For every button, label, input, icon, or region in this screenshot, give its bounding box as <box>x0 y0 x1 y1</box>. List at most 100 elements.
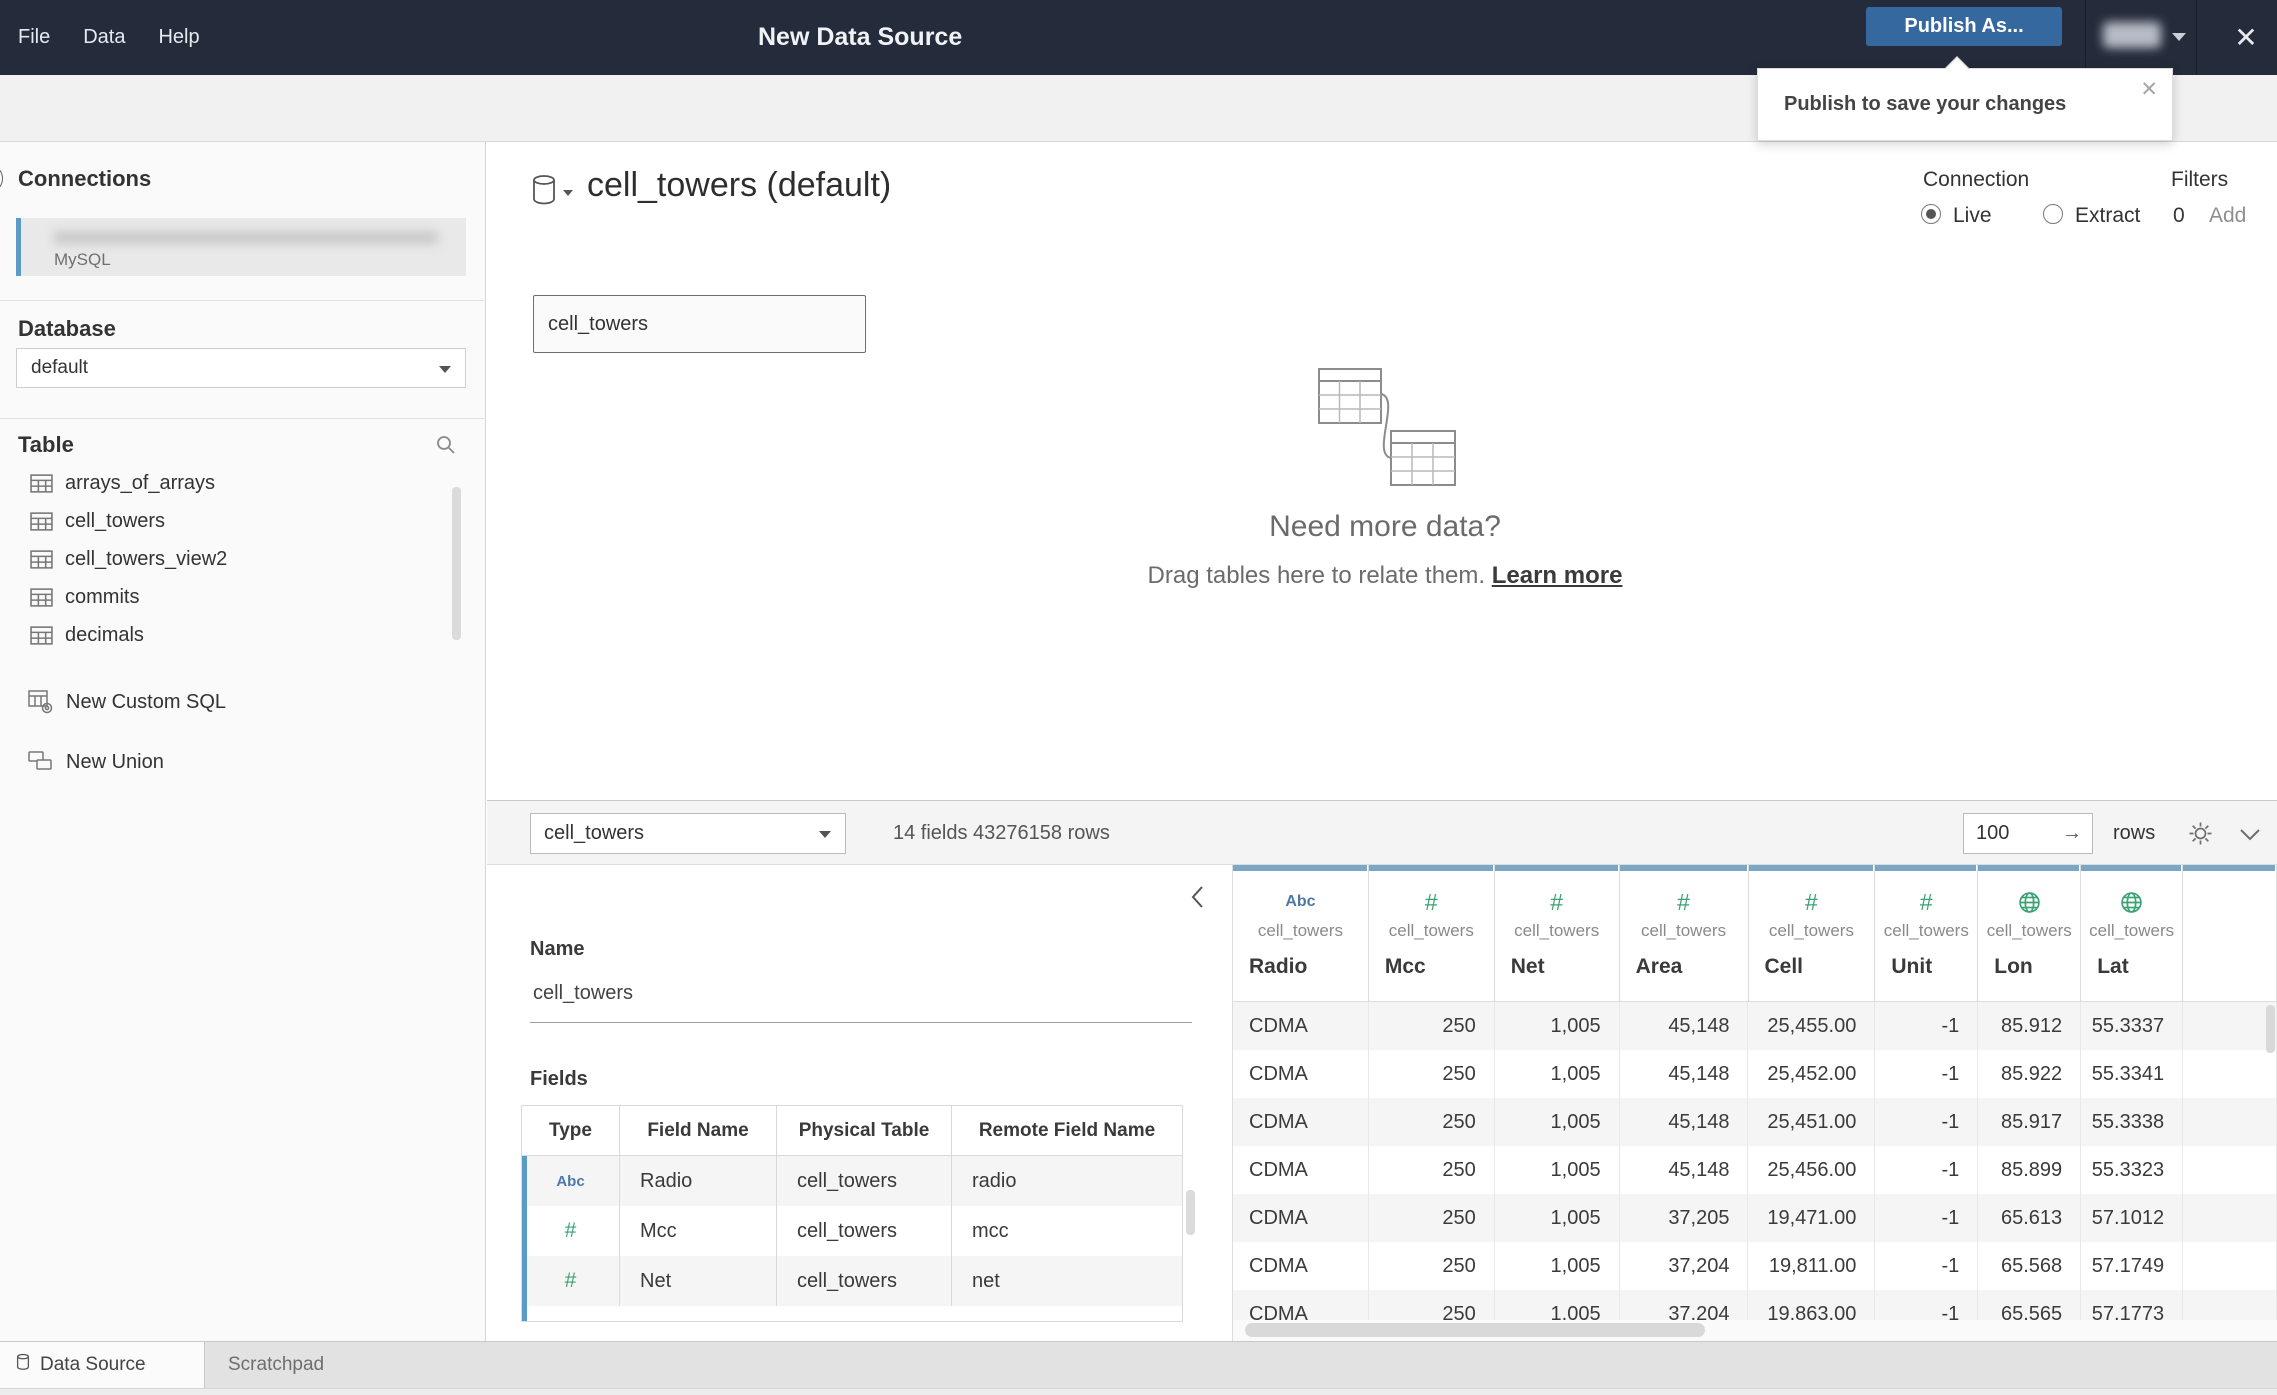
grid-cell: 250 <box>1369 1242 1495 1290</box>
grid-cell-partial <box>2183 1050 2277 1098</box>
grid-cell: -1 <box>1875 1002 1979 1050</box>
globe-icon <box>1978 889 2080 915</box>
table-list-item[interactable]: decimals <box>0 616 486 654</box>
menu-file[interactable]: File <box>18 26 50 49</box>
filters-add-link[interactable]: Add <box>2209 204 2246 228</box>
filters-count: 0 <box>2173 204 2185 227</box>
collapse-preview-chevron-icon[interactable] <box>2239 828 2261 846</box>
filters-section-label: Filters <box>2171 168 2229 191</box>
field-type-cell: Abc <box>522 1156 620 1206</box>
grid-cell: 25,452.00 <box>1748 1050 1876 1098</box>
table-list-item[interactable]: cell_towers_view2 <box>0 540 486 578</box>
grid-column-header[interactable]: cell_towers Lon <box>1978 865 2082 1002</box>
column-field-name: Lat <box>2097 955 2129 978</box>
datasource-title: cell_towers (default) <box>587 166 892 204</box>
add-connection-icon[interactable] <box>0 164 3 193</box>
menu-help[interactable]: Help <box>158 26 199 49</box>
live-radio-label[interactable]: Live <box>1953 204 1992 228</box>
field-name-cell[interactable]: Mcc <box>620 1206 777 1256</box>
publish-as-button[interactable]: Publish As... <box>1866 7 2062 46</box>
sheet-tab-bar: Data Source Scratchpad <box>0 1341 2277 1388</box>
fields-header-cell[interactable]: Type <box>522 1106 620 1156</box>
fields-header-cell[interactable]: Field Name <box>620 1106 777 1156</box>
collapse-pane-chevron-icon[interactable] <box>1191 885 1204 914</box>
grid-row: CDMA 250 1,005 45,148 25,451.00 -1 85.917 55.33… <box>1233 1098 2277 1146</box>
name-label: Name <box>530 938 585 960</box>
table-name: decimals <box>65 623 144 646</box>
grid-cell: 55.3341 <box>2081 1050 2184 1098</box>
fields-table-scrollbar[interactable] <box>1186 1190 1195 1235</box>
new-union[interactable]: New Union <box>0 745 486 779</box>
tab-data-source[interactable]: Data Source <box>0 1342 205 1388</box>
grid-cell: 85.922 <box>1978 1050 2082 1098</box>
fields-header-cell[interactable]: Physical Table <box>777 1106 952 1156</box>
database-select[interactable]: default <box>16 348 466 388</box>
extract-radio[interactable] <box>2043 204 2063 224</box>
grid-column-header[interactable]: # cell_towers Mcc <box>1368 865 1495 1002</box>
column-header-strip <box>1368 865 1493 871</box>
field-name-cell[interactable]: Radio <box>620 1156 777 1206</box>
tab-scratchpad[interactable]: Scratchpad <box>206 1342 324 1388</box>
fields-row[interactable]: # Net cell_towers net <box>522 1256 1182 1306</box>
apply-rows-arrow-icon[interactable]: → <box>2062 822 2082 845</box>
connection-item[interactable]: MySQL <box>16 218 466 276</box>
grid-row: CDMA 250 1,005 37,205 19,471.00 -1 65.613 57.10… <box>1233 1194 2277 1242</box>
grid-hscroll-thumb[interactable] <box>1245 1323 1705 1337</box>
menu-data[interactable]: Data <box>83 26 125 49</box>
empty-state-body: Drag tables here to relate them. Learn m… <box>985 562 1785 590</box>
column-type-icon: # <box>1495 889 1619 915</box>
table-title: Table <box>18 432 74 457</box>
grid-column-header[interactable]: Abc cell_towers Radio <box>1233 865 1369 1002</box>
grid-cell: 85.899 <box>1978 1146 2082 1194</box>
name-value[interactable]: cell_towers <box>533 982 633 1005</box>
table-node[interactable]: cell_towers <box>533 295 866 353</box>
grid-column-header[interactable]: # cell_towers Area <box>1619 865 1749 1002</box>
grid-cell: 250 <box>1369 1050 1495 1098</box>
table-grid-icon <box>30 511 53 531</box>
search-icon[interactable] <box>435 434 457 461</box>
grid-horizontal-scrollbar[interactable] <box>1233 1320 2277 1341</box>
connections-title: Connections <box>18 166 152 191</box>
live-radio[interactable] <box>1921 204 1941 224</box>
grid-column-header[interactable]: # cell_towers Net <box>1494 865 1620 1002</box>
table-list-item[interactable]: cell_towers <box>0 502 486 540</box>
preview-table-select-value: cell_towers <box>544 822 645 844</box>
grid-column-header[interactable]: cell_towers Lat <box>2081 865 2184 1002</box>
preview-settings-gear-icon[interactable] <box>2187 820 2214 852</box>
grid-cell-partial <box>2183 1146 2277 1194</box>
fields-row[interactable]: # Mcc cell_towers mcc <box>522 1206 1182 1256</box>
row-accent-bar <box>522 1206 527 1256</box>
table-list-item[interactable]: commits <box>0 578 486 616</box>
column-field-name: Net <box>1510 955 1545 978</box>
avatar-chevron-down-icon[interactable] <box>2172 33 2186 41</box>
grid-cell: 250 <box>1369 1002 1495 1050</box>
fields-header-cell[interactable]: Remote Field Name <box>952 1106 1182 1156</box>
grid-column-header[interactable]: # cell_towers Unit <box>1875 865 1979 1002</box>
row-limit-value: 100 <box>1976 822 2010 844</box>
table-list-item[interactable]: arrays_of_arrays <box>0 464 486 502</box>
datasource-caret-icon[interactable] <box>563 190 573 196</box>
column-type-icon: Abc <box>1233 889 1368 915</box>
grid-cell: 25,455.00 <box>1748 1002 1876 1050</box>
column-field-name: Radio <box>1249 955 1308 978</box>
avatar[interactable] <box>2103 22 2161 48</box>
learn-more-link[interactable]: Learn more <box>1492 562 1623 589</box>
preview-table-select[interactable]: cell_towers <box>530 813 846 854</box>
publish-tooltip: Publish to save your changes ✕ <box>1757 56 2173 141</box>
new-custom-sql[interactable]: New Custom SQL <box>0 685 486 719</box>
grid-column-header[interactable]: # cell_towers Cell <box>1748 865 1876 1002</box>
fields-row[interactable]: Abc Radio cell_towers radio <box>522 1156 1182 1206</box>
grid-cell: 55.3337 <box>2081 1002 2184 1050</box>
tooltip-close-icon[interactable]: ✕ <box>2140 77 2158 102</box>
grid-cell: 57.1749 <box>2081 1242 2184 1290</box>
grid-vertical-scrollbar[interactable] <box>2266 1005 2275 1053</box>
grid-cell: 1,005 <box>1495 1002 1620 1050</box>
grid-cell: CDMA <box>1233 1146 1369 1194</box>
field-name-cell[interactable]: Net <box>620 1256 777 1306</box>
row-limit-input[interactable]: 100 → <box>1963 813 2093 854</box>
datasource-db-icon[interactable] <box>531 174 557 211</box>
window-close-icon[interactable]: ✕ <box>2215 0 2277 75</box>
grid-cell: 65.613 <box>1978 1194 2082 1242</box>
table-list-scrollbar[interactable] <box>452 487 461 640</box>
extract-radio-label[interactable]: Extract <box>2075 204 2140 228</box>
